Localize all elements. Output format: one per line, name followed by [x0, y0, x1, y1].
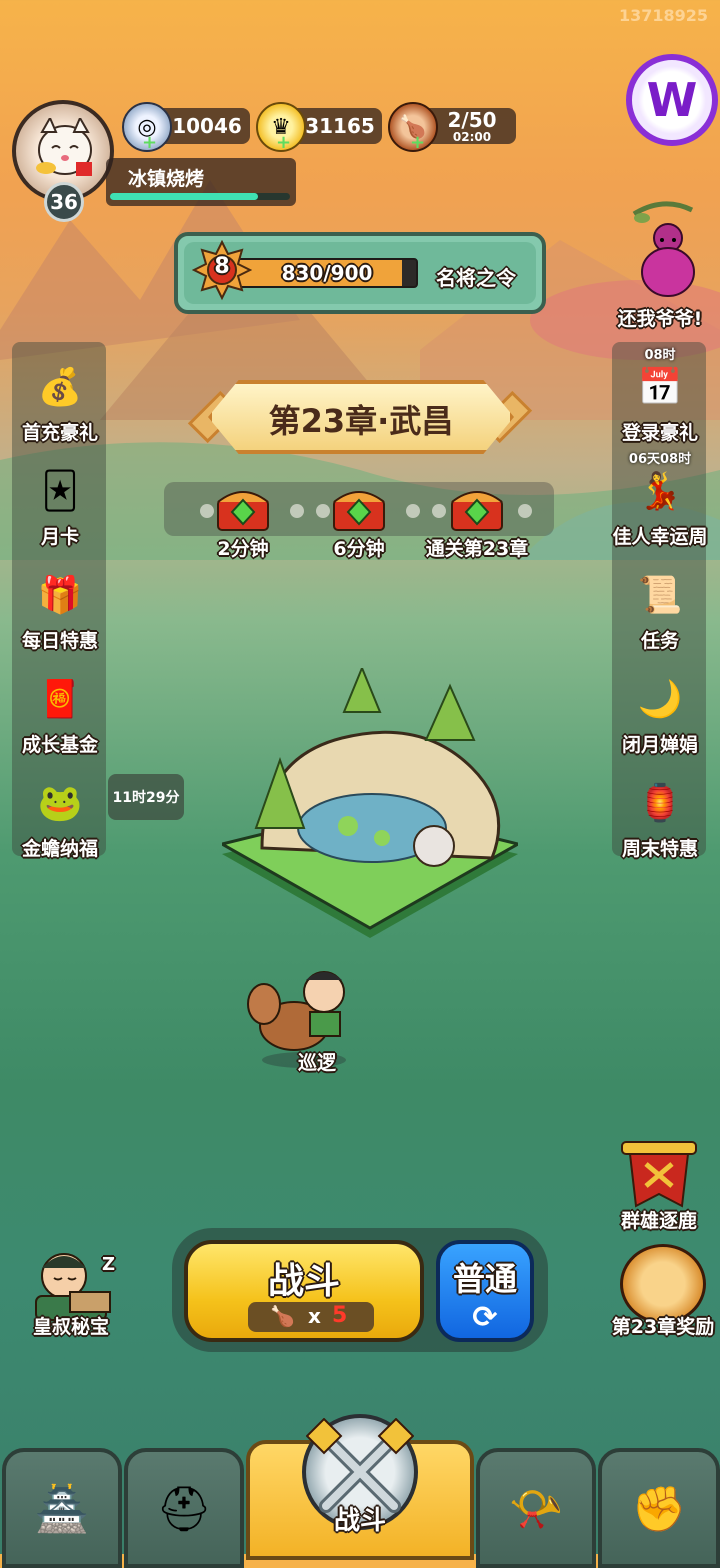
left-menu-item-1[interactable]: 🃏 月卡 [8, 456, 112, 549]
track-dot [290, 504, 304, 518]
patrol-label: 巡逻 [297, 1052, 336, 1074]
add-gold-icon[interactable]: + [276, 134, 291, 152]
add-silver-icon[interactable]: + [142, 134, 157, 152]
left-menu-item-3[interactable]: 🧧 成长基金 [8, 664, 112, 757]
player-level-badge: 36 [44, 182, 84, 222]
heroes-contest-label: 群雄逐鹿 [620, 1210, 697, 1232]
cat-avatar-icon [36, 118, 92, 176]
golden-toad-icon: 🐸 [37, 783, 83, 824]
add-stamina-icon[interactable]: + [410, 134, 425, 152]
right-menu-item-3[interactable]: 🌙 闭月婵娟 [608, 664, 712, 757]
left-menu-item-label: 金蟾纳福 [21, 838, 98, 860]
mode-toggle-button[interactable]: 普通 ⟳ [436, 1240, 534, 1342]
moon-fairy-icon: 🌙 [637, 679, 683, 720]
cost-multiplier: x [308, 1304, 321, 1328]
player-name-panel: 冰镇烧烤 [106, 158, 296, 206]
right-menu-item-label: 任务 [640, 630, 679, 652]
user-id: 13718925 [618, 6, 708, 25]
nav-items[interactable]: 📯 [476, 1448, 596, 1568]
silver-value: 10046 [172, 114, 242, 138]
right-menu-item-label: 周末特惠 [621, 838, 698, 860]
palace-icon: 🏯 [34, 1484, 90, 1535]
chapter-banner: 第23章·武昌 [208, 380, 514, 454]
card-icon: 🃏 [41, 470, 79, 512]
refresh-icon: ⟳ [472, 1300, 498, 1335]
task-scroll-icon: 📜 [637, 575, 683, 616]
nav-upgrade[interactable]: ✊ [598, 1448, 720, 1568]
track-dot [518, 504, 532, 518]
left-menu-item-label: 月卡 [40, 526, 79, 548]
right-menu-item-tag: 08时 [644, 348, 676, 363]
left-menu-item-2[interactable]: 🎁 每日特惠 [8, 560, 112, 653]
horn-stars-icon: 📯 [508, 1484, 564, 1535]
left-menu-item-label: 首充豪礼 [21, 422, 98, 444]
right-menu-item-label: 闭月婵娟 [621, 734, 698, 756]
order-progress-bar: 830/900 [236, 258, 418, 288]
order-progress-text: 830/900 [281, 261, 373, 285]
nav-heroes[interactable]: ⛑ [124, 1448, 244, 1568]
left-menu-item-4[interactable]: 🐸 金蟾纳福 [8, 768, 112, 861]
nav-city[interactable]: 🏯 [2, 1448, 122, 1568]
stamina-value: 2/50 [447, 108, 497, 132]
w-logo-icon[interactable]: W [626, 54, 718, 146]
order-level: 8 [214, 254, 230, 279]
fight-label: 战斗 [267, 1261, 340, 1302]
chapter-title: 第23章·武昌 [268, 402, 454, 440]
fight-cost: 🍗 x 5 [248, 1302, 374, 1332]
right-menu-item-4[interactable]: 🏮 周末特惠 [608, 768, 712, 861]
fortune-god-icon: 🧧 [37, 679, 83, 720]
track-dot [200, 504, 214, 518]
stamina-timer: 02:00 [452, 130, 492, 144]
gift-bag-icon: 🎁 [37, 575, 83, 616]
right-menu-item-2[interactable]: 📜 任务 [608, 560, 712, 653]
sleep-z: Z [102, 1254, 116, 1275]
mode-label: 普通 [452, 1260, 517, 1298]
helmet-icon: ⛑ [156, 1484, 212, 1535]
treasure-chest-icon: 💰 [37, 367, 83, 408]
weekend-sale-icon: 🏮 [637, 783, 683, 824]
banner-war-icon[interactable] [616, 1134, 702, 1216]
chest-label: 通关第23章 [425, 538, 529, 560]
meat-cost-icon: 🍗 [270, 1304, 295, 1328]
right-menu-item-1[interactable]: 💃 06天08时 佳人幸运周 [608, 452, 712, 549]
order-title: 名将之令 [436, 266, 516, 290]
reward-chest-icon[interactable] [214, 482, 272, 534]
exp-bar [110, 193, 290, 200]
track-dot [432, 504, 446, 518]
left-menu-item-0[interactable]: 💰 首充豪礼 [8, 352, 112, 445]
fist-upgrade-icon: ✊ [631, 1484, 687, 1535]
cost-amount: 5 [332, 1303, 348, 1328]
right-menu-item-0[interactable]: 📅 08时 登录豪礼 [608, 348, 712, 445]
left-menu-item-label: 成长基金 [21, 734, 98, 756]
gold-value: 31165 [305, 114, 375, 138]
gourd-event-icon[interactable] [628, 200, 698, 300]
golden-toad-timer: 11时29分 [108, 774, 184, 820]
right-menu-item-label: 登录豪礼 [621, 422, 698, 444]
reward-chest-icon[interactable] [330, 482, 388, 534]
left-menu-item-label: 每日特惠 [21, 630, 98, 652]
nav-battle-label: 战斗 [333, 1506, 386, 1536]
player-name: 冰镇烧烤 [128, 168, 205, 190]
track-dot [316, 504, 330, 518]
uncle-treasure-label: 皇叔秘宝 [32, 1316, 109, 1338]
golden-toad-timer-text: 11时29分 [112, 790, 180, 806]
gourd-event-label: 还我爷爷! [617, 308, 703, 330]
battle-island[interactable] [217, 665, 523, 958]
right-menu-item-label: 佳人幸运周 [612, 526, 708, 548]
right-menu-item-tag: 06天08时 [628, 452, 692, 467]
reward-chest-icon[interactable] [448, 482, 506, 534]
track-dot [406, 504, 420, 518]
fight-button[interactable]: 战斗 🍗 x 5 [184, 1240, 424, 1342]
chapter-reward-label: 第23章奖励 [611, 1316, 715, 1338]
